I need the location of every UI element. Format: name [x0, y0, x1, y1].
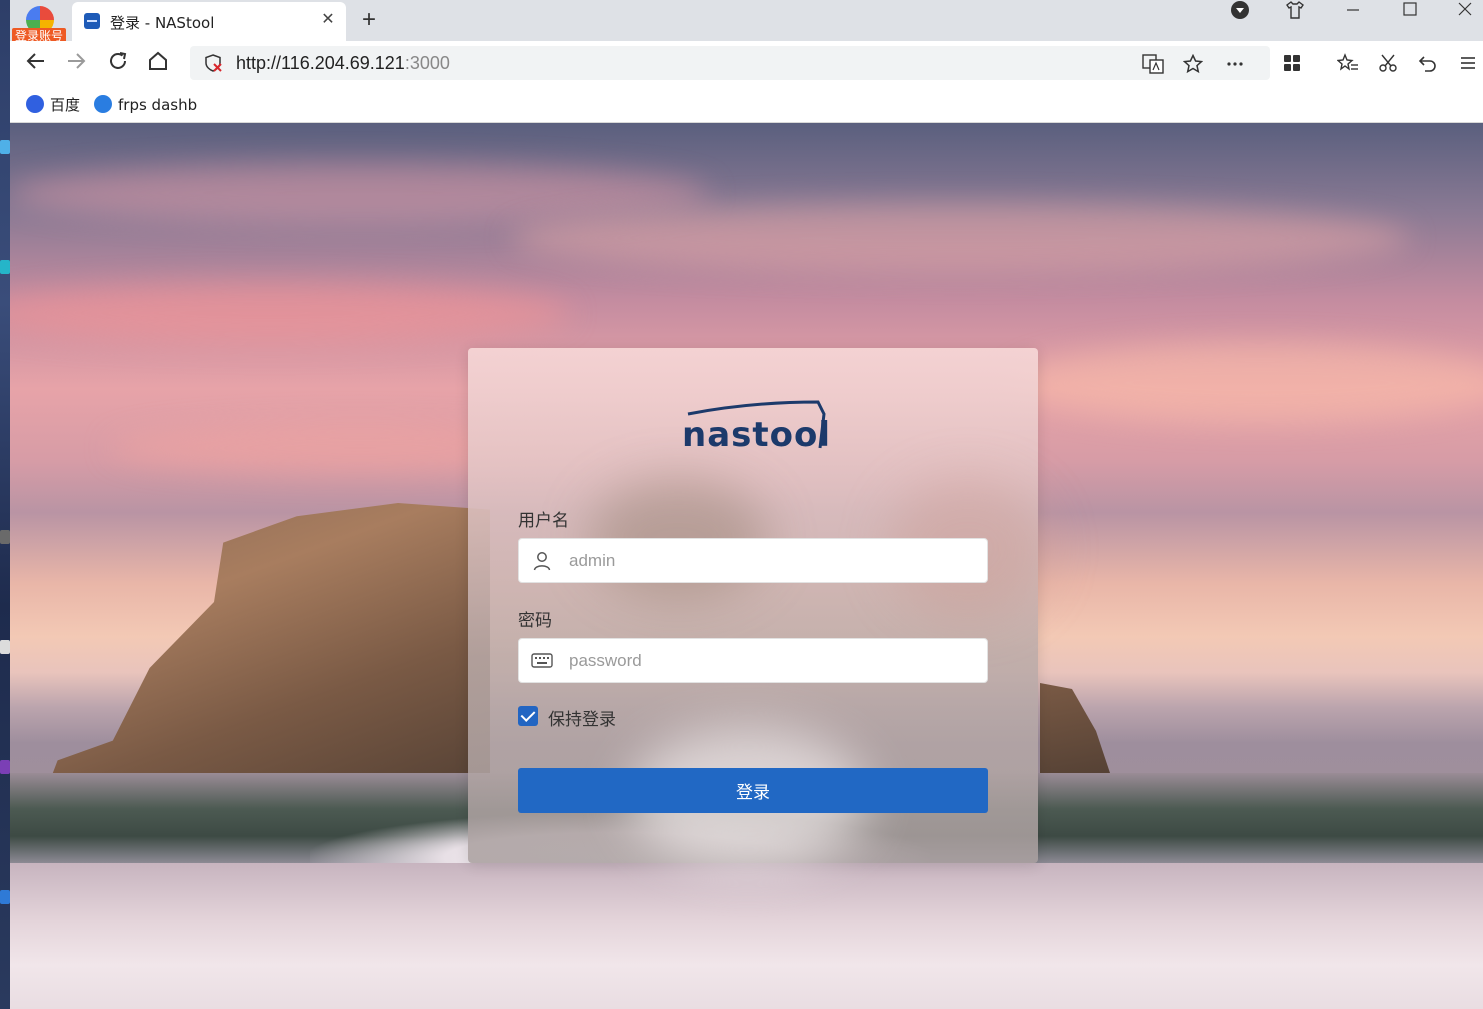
new-tab-button[interactable]: +	[356, 8, 382, 34]
password-label: 密码	[518, 611, 552, 631]
more-options-icon[interactable]	[1224, 54, 1246, 74]
login-card: nastool 用户名 密码	[468, 348, 1048, 868]
tab-title: 登录 - NAStool	[110, 14, 215, 32]
favorites-list-icon[interactable]	[1336, 53, 1360, 75]
url-port: :3000	[404, 53, 450, 73]
password-field[interactable]	[518, 638, 988, 683]
bookmark-baidu[interactable]: 百度	[26, 95, 80, 115]
user-icon	[533, 552, 551, 571]
desktop-app-icon[interactable]	[0, 640, 10, 654]
translate-icon[interactable]	[1142, 54, 1164, 74]
tab-close-icon[interactable]: ✕	[318, 10, 338, 30]
keyboard-icon	[531, 653, 553, 668]
username-input[interactable]	[569, 539, 979, 582]
checkbox-checked-icon[interactable]	[518, 706, 538, 726]
nastool-favicon-icon	[84, 13, 100, 29]
bookmark-star-icon[interactable]	[1182, 53, 1204, 74]
background-cloud	[10, 163, 710, 223]
bookmark-label: frps dashb	[118, 96, 198, 114]
undo-icon[interactable]	[1416, 53, 1440, 75]
desktop-app-icon[interactable]	[0, 260, 10, 274]
browser-toolbar: http://116.204.69.121:3000	[10, 41, 1483, 86]
browser-window: 登录账号 登录 - NAStool ✕ + http://116.204.69.…	[10, 0, 1483, 1009]
arrow-right-icon	[68, 53, 86, 69]
sea-foam	[10, 863, 1483, 1009]
baidu-paw-icon	[26, 95, 44, 113]
maximize-icon[interactable]	[1395, 0, 1425, 22]
download-icon[interactable]	[1225, 0, 1255, 22]
account-login-badge[interactable]: 登录账号	[10, 2, 70, 44]
page-viewport: nastool 用户名 密码	[10, 123, 1483, 1009]
reload-icon	[110, 52, 127, 69]
desktop-app-icon[interactable]	[0, 140, 10, 154]
login-button[interactable]: 登录	[518, 768, 988, 813]
scissors-icon[interactable]	[1376, 53, 1400, 75]
insecure-shield-icon[interactable]	[204, 54, 222, 72]
desktop-app-icon[interactable]	[0, 530, 10, 544]
menu-icon[interactable]	[1456, 53, 1480, 75]
desktop-app-icon[interactable]	[0, 890, 10, 904]
username-label: 用户名	[518, 511, 569, 531]
background-cloud	[10, 283, 570, 343]
reload-button[interactable]	[104, 50, 132, 78]
apps-grid-icon[interactable]	[1280, 53, 1304, 75]
bookmark-frps-dashboard[interactable]: frps dashb	[94, 95, 197, 115]
arrow-left-icon	[26, 53, 44, 69]
background-cloud	[1010, 343, 1483, 423]
back-button[interactable]	[22, 50, 50, 78]
desktop-app-icon[interactable]	[0, 760, 10, 774]
frps-icon	[94, 95, 112, 113]
skin-icon[interactable]	[1280, 0, 1310, 22]
url-host: http://116.204.69.121	[236, 53, 405, 73]
close-window-icon[interactable]	[1450, 0, 1480, 22]
background-cloud	[510, 203, 1410, 273]
url-text[interactable]: http://116.204.69.121:3000	[236, 53, 450, 74]
home-icon	[149, 51, 167, 70]
desktop-background	[0, 0, 10, 1009]
forward-button[interactable]	[62, 50, 90, 78]
bookmarks-bar: 百度 frps dashb	[10, 86, 1483, 123]
bookmark-label: 百度	[50, 96, 81, 114]
home-button[interactable]	[144, 50, 172, 78]
minimize-icon[interactable]	[1338, 0, 1368, 22]
tab-nastool-login[interactable]: 登录 - NAStool ✕	[72, 2, 346, 41]
nastool-logo: nastool	[680, 400, 830, 456]
brand-wordmark: nastool	[682, 415, 832, 455]
address-bar[interactable]: http://116.204.69.121:3000	[190, 46, 1270, 80]
password-input[interactable]	[569, 639, 979, 682]
username-field[interactable]	[518, 538, 988, 583]
remember-me-label[interactable]: 保持登录	[548, 705, 616, 730]
tab-strip: 登录账号 登录 - NAStool ✕ +	[10, 0, 1483, 44]
